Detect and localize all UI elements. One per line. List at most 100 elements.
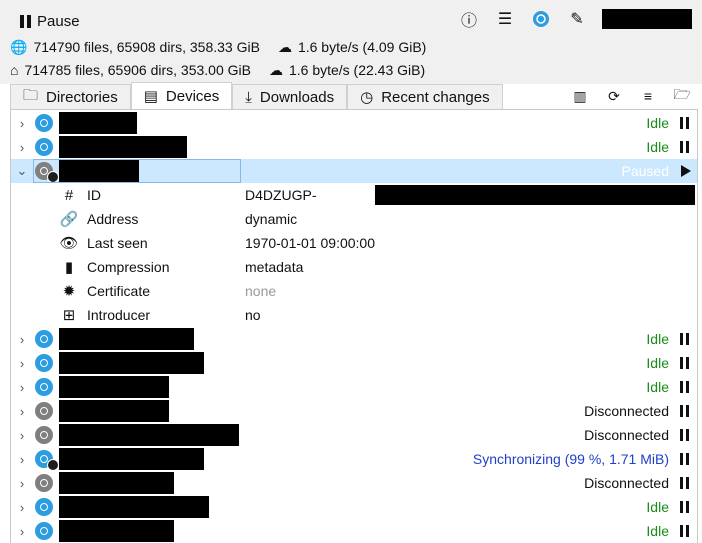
device-status: Idle	[646, 523, 669, 539]
pause-button[interactable]: Pause	[20, 10, 80, 32]
redacted-device-name	[59, 424, 239, 446]
redacted-device-name	[59, 496, 209, 518]
tab-directories[interactable]: 🗀 Directories	[10, 84, 131, 109]
redacted-device-name	[59, 376, 169, 398]
resume-icon[interactable]	[681, 165, 691, 177]
device-row[interactable]: › Idle	[11, 351, 697, 375]
redacted-device-name	[59, 520, 174, 542]
detail-value: none	[245, 283, 277, 299]
tab-label: Directories	[46, 88, 118, 106]
chevron-right-icon[interactable]: ›	[16, 404, 28, 419]
global-stats-text: 714785 files, 65906 dirs, 353.00 GiB	[24, 62, 251, 78]
pause-icon[interactable]	[680, 333, 689, 345]
device-status: Disconnected	[584, 403, 669, 419]
chevron-right-icon[interactable]: ›	[16, 524, 28, 539]
device-avatar-icon	[35, 138, 53, 156]
sync-badge-icon	[47, 459, 59, 471]
redacted-area	[602, 9, 692, 29]
detail-value: 1970-01-01 09:00:00	[245, 235, 375, 251]
chevron-right-icon[interactable]: ›	[16, 140, 28, 155]
device-row[interactable]: › Disconnected	[11, 423, 697, 447]
pause-label: Pause	[37, 12, 80, 30]
pause-icon[interactable]	[680, 117, 689, 129]
global-rate-text: 1.6 byte/s (22.43 GiB)	[288, 62, 426, 78]
devices-panel: › Idle › Idle ⌄ Paused # ID D4DZUGP- 🔗 A…	[10, 109, 698, 543]
menu-icon[interactable]: ☰	[494, 8, 516, 30]
network-icon: ⊞	[62, 307, 76, 324]
eye-icon: 👁	[59, 235, 79, 252]
chevron-right-icon[interactable]: ›	[16, 428, 28, 443]
tab-recent-changes[interactable]: ◷ Recent changes	[347, 84, 503, 109]
tab-bar: 🗀 Directories ▤ Devices ⤓ Downloads ◷ Re…	[10, 82, 503, 109]
pause-icon[interactable]	[680, 381, 689, 393]
detail-label: Last seen	[87, 235, 148, 251]
detail-address: 🔗 Address dynamic	[59, 207, 697, 231]
device-row[interactable]: › Idle	[11, 111, 697, 135]
pause-icon[interactable]	[680, 453, 689, 465]
chevron-right-icon[interactable]: ›	[16, 356, 28, 371]
tab-label: Downloads	[259, 88, 335, 106]
pin-icon[interactable]: ✎	[566, 8, 588, 30]
device-row[interactable]: › Synchronizing (99 %, 1.71 MiB)	[11, 447, 697, 471]
chevron-right-icon[interactable]: ›	[16, 452, 28, 467]
device-status: Idle	[646, 355, 669, 371]
cloud-download-icon: ☁	[277, 38, 292, 55]
local-rate-text: 1.6 byte/s (4.09 GiB)	[297, 39, 427, 55]
pause-icon[interactable]	[680, 525, 689, 537]
device-row[interactable]: › Idle	[11, 519, 697, 543]
device-row[interactable]: › Disconnected	[11, 399, 697, 423]
device-status: Idle	[646, 499, 669, 515]
device-row[interactable]: › Idle	[11, 375, 697, 399]
info-icon[interactable]: ⓘ	[458, 8, 480, 30]
redacted-device-name	[59, 328, 194, 350]
device-status: Idle	[646, 331, 669, 347]
detail-value[interactable]: D4DZUGP-	[245, 187, 317, 203]
clock-icon: ◷	[360, 89, 374, 106]
device-row[interactable]: › Idle	[11, 327, 697, 351]
detail-value: no	[245, 307, 261, 323]
pause-icon[interactable]	[680, 357, 689, 369]
link-icon: 🔗	[59, 211, 79, 228]
tab-devices[interactable]: ▤ Devices	[130, 82, 233, 109]
detail-last-seen: 👁 Last seen 1970-01-01 09:00:00	[59, 231, 697, 255]
tab-downloads[interactable]: ⤓ Downloads	[232, 84, 348, 109]
chevron-right-icon[interactable]: ›	[16, 476, 28, 491]
pause-icon[interactable]	[680, 405, 689, 417]
syncthing-icon[interactable]	[530, 8, 552, 30]
chevron-down-icon[interactable]: ⌄	[16, 163, 28, 178]
pause-icon[interactable]	[680, 477, 689, 489]
chevron-right-icon[interactable]: ›	[16, 380, 28, 395]
barcode-icon[interactable]: ▥	[570, 86, 590, 106]
align-icon[interactable]: ≡	[638, 86, 658, 106]
chevron-right-icon[interactable]: ›	[16, 332, 28, 347]
hash-icon: #	[64, 186, 74, 204]
pause-icon[interactable]	[680, 429, 689, 441]
device-status: Synchronizing (99 %, 1.71 MiB)	[472, 451, 669, 467]
detail-value: dynamic	[245, 211, 298, 227]
device-status: Disconnected	[584, 427, 669, 443]
download-icon: ⤓	[245, 88, 252, 106]
detail-certificate: ✹ Certificate none	[59, 279, 697, 303]
local-stats-text: 714790 files, 65908 dirs, 358.33 GiB	[33, 39, 260, 55]
redacted-id	[375, 185, 695, 205]
chevron-right-icon[interactable]: ›	[16, 500, 28, 515]
tab-actions: ▥ ⟳ ≡ 🗁	[570, 86, 692, 106]
folder-open-icon[interactable]: 🗁	[672, 86, 692, 106]
device-row[interactable]: › Idle	[11, 135, 697, 159]
device-avatar-icon	[35, 354, 53, 372]
device-row[interactable]: › Disconnected	[11, 471, 697, 495]
pause-icon[interactable]	[680, 501, 689, 513]
device-status: Idle	[646, 139, 669, 155]
detail-id: # ID D4DZUGP-	[59, 183, 697, 207]
redacted-device-name	[59, 112, 137, 134]
chevron-right-icon[interactable]: ›	[16, 116, 28, 131]
device-avatar-icon	[35, 474, 53, 492]
device-row[interactable]: › Idle	[11, 495, 697, 519]
device-status: Paused	[621, 163, 669, 179]
refresh-icon[interactable]: ⟳	[604, 86, 624, 106]
global-stats: ⌂ 714785 files, 65906 dirs, 353.00 GiB ☁…	[10, 60, 425, 80]
device-avatar-icon	[35, 426, 53, 444]
pause-icon[interactable]	[680, 141, 689, 153]
device-avatar-icon	[35, 402, 53, 420]
globe-icon: 🌐	[10, 38, 28, 55]
